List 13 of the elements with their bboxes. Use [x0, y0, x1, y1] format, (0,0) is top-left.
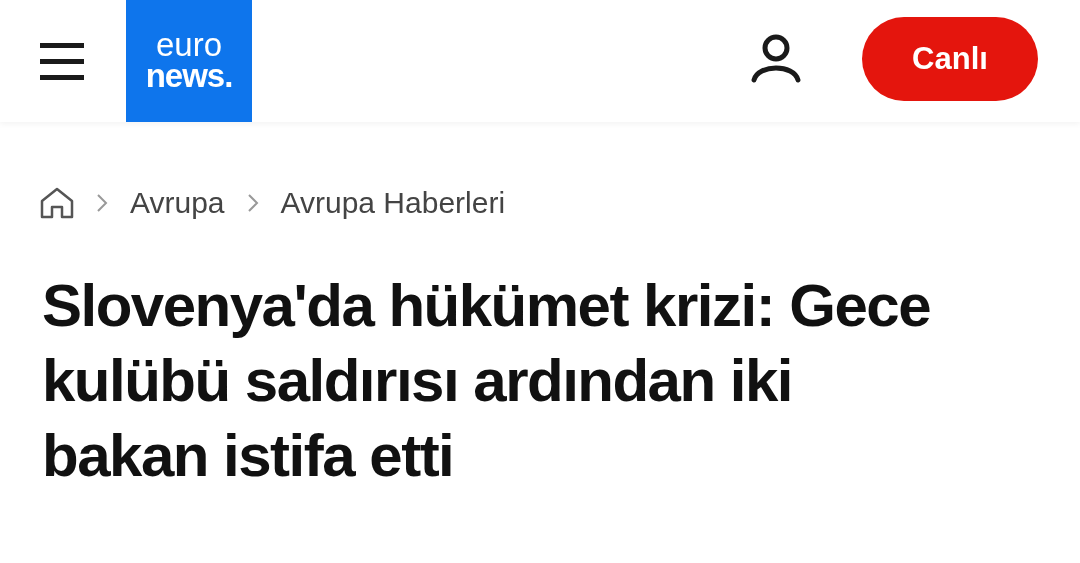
breadcrumb-link[interactable]: Avrupa Haberleri — [280, 186, 506, 220]
home-icon[interactable] — [40, 187, 74, 219]
logo[interactable]: euro news. — [126, 0, 252, 122]
user-icon — [750, 34, 802, 84]
menu-button[interactable] — [40, 42, 86, 82]
menu-icon — [40, 42, 84, 80]
breadcrumb-link[interactable]: Avrupa — [130, 186, 225, 220]
logo-text: euro — [155, 30, 223, 60]
logo-text: news. — [145, 60, 233, 92]
live-button[interactable]: Canlı — [862, 17, 1038, 101]
headline: Slovenya'da hükümet krizi: Gece kulübü saldırısı ardından iki bakan istifa etti — [42, 271, 932, 491]
chevron-icon — [246, 193, 259, 213]
chevron-icon — [96, 193, 108, 213]
